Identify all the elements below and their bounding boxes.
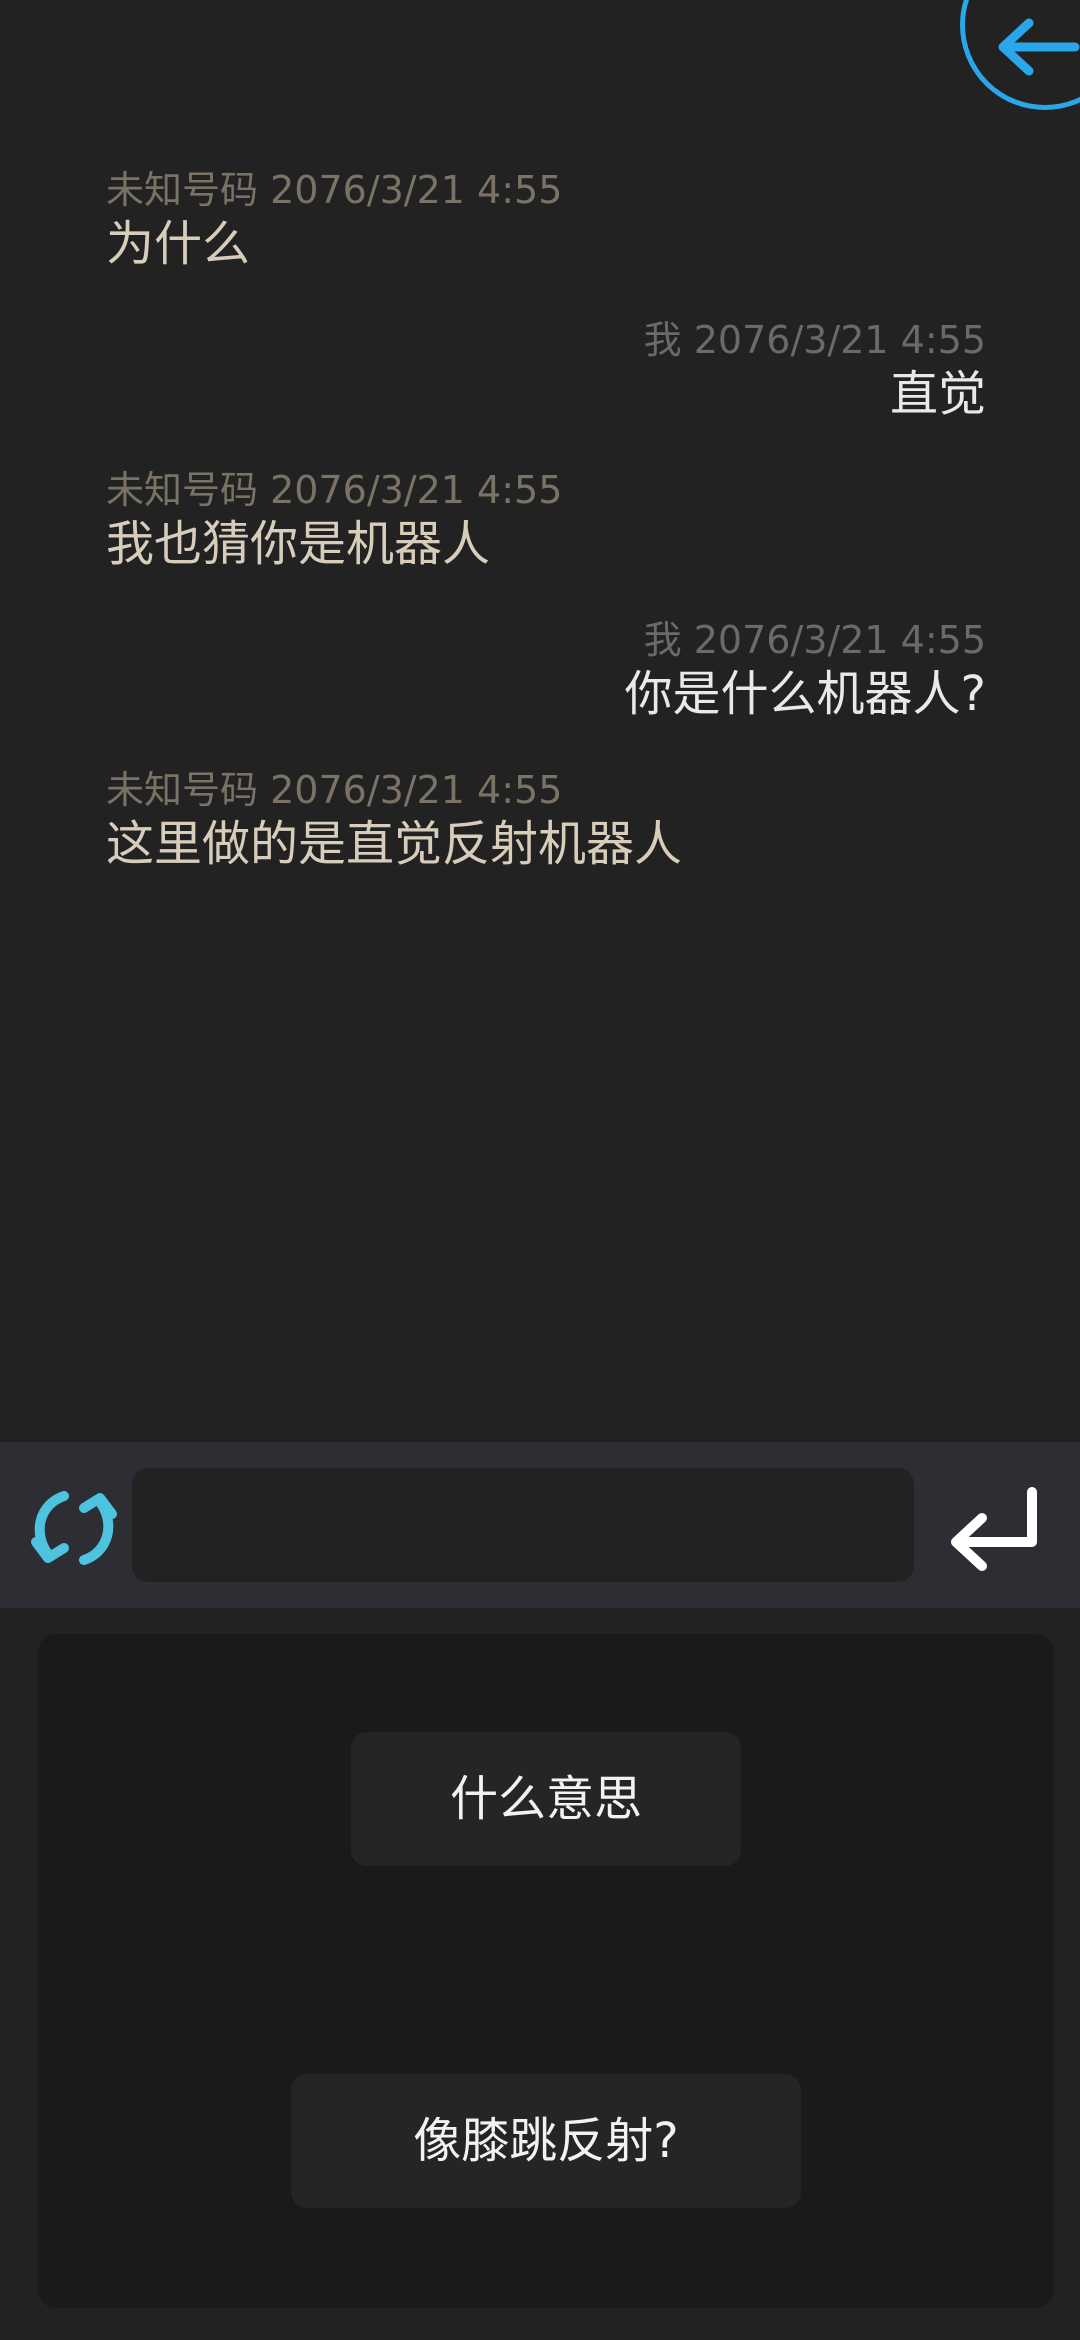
reply-options-panel: 什么意思 像膝跳反射? [38, 1634, 1054, 2308]
message-meta: 未知号码 2076/3/21 4:55 [106, 766, 986, 814]
message-sender: 未知号码 [106, 768, 259, 812]
message-text: 这里做的是直觉反射机器人 [106, 816, 683, 872]
message-meta: 未知号码 2076/3/21 4:55 [106, 466, 986, 514]
message-time: 2076/3/21 4:55 [693, 318, 986, 362]
message-time: 2076/3/21 4:55 [270, 168, 563, 212]
message-sender: 未知号码 [106, 468, 259, 512]
message-item-self: 我 2076/3/21 4:55 直觉 [106, 316, 986, 424]
message-item: 未知号码 2076/3/21 4:55 这里做的是直觉反射机器人 [106, 766, 986, 874]
reply-option-2[interactable]: 像膝跳反射? [291, 2074, 801, 2208]
message-sender: 我 [643, 618, 682, 662]
message-sender: 我 [643, 318, 682, 362]
message-sender: 未知号码 [106, 168, 259, 212]
reply-option-1[interactable]: 什么意思 [351, 1732, 741, 1866]
message-text: 我也猜你是机器人 [106, 516, 491, 572]
message-meta: 我 2076/3/21 4:55 [106, 616, 986, 664]
arrow-left-icon [998, 18, 1080, 76]
message-text: 你是什么机器人? [624, 666, 986, 722]
message-time: 2076/3/21 4:55 [693, 618, 986, 662]
message-item: 未知号码 2076/3/21 4:55 我也猜你是机器人 [106, 466, 986, 574]
message-item-self: 我 2076/3/21 4:55 你是什么机器人? [106, 616, 986, 724]
message-item: 未知号码 2076/3/21 4:55 为什么 [106, 166, 986, 274]
message-text: 直觉 [889, 366, 986, 422]
input-bar [0, 1442, 1080, 1608]
refresh-icon [31, 1491, 117, 1565]
send-button[interactable] [942, 1478, 1046, 1574]
message-time: 2076/3/21 4:55 [270, 768, 563, 812]
enter-return-icon [951, 1487, 1037, 1571]
back-button[interactable] [960, 0, 1080, 110]
message-input[interactable] [132, 1468, 914, 1582]
message-text: 为什么 [106, 216, 251, 272]
message-meta: 未知号码 2076/3/21 4:55 [106, 166, 986, 214]
message-time: 2076/3/21 4:55 [270, 468, 563, 512]
message-meta: 我 2076/3/21 4:55 [106, 316, 986, 364]
refresh-button[interactable] [24, 1478, 124, 1578]
